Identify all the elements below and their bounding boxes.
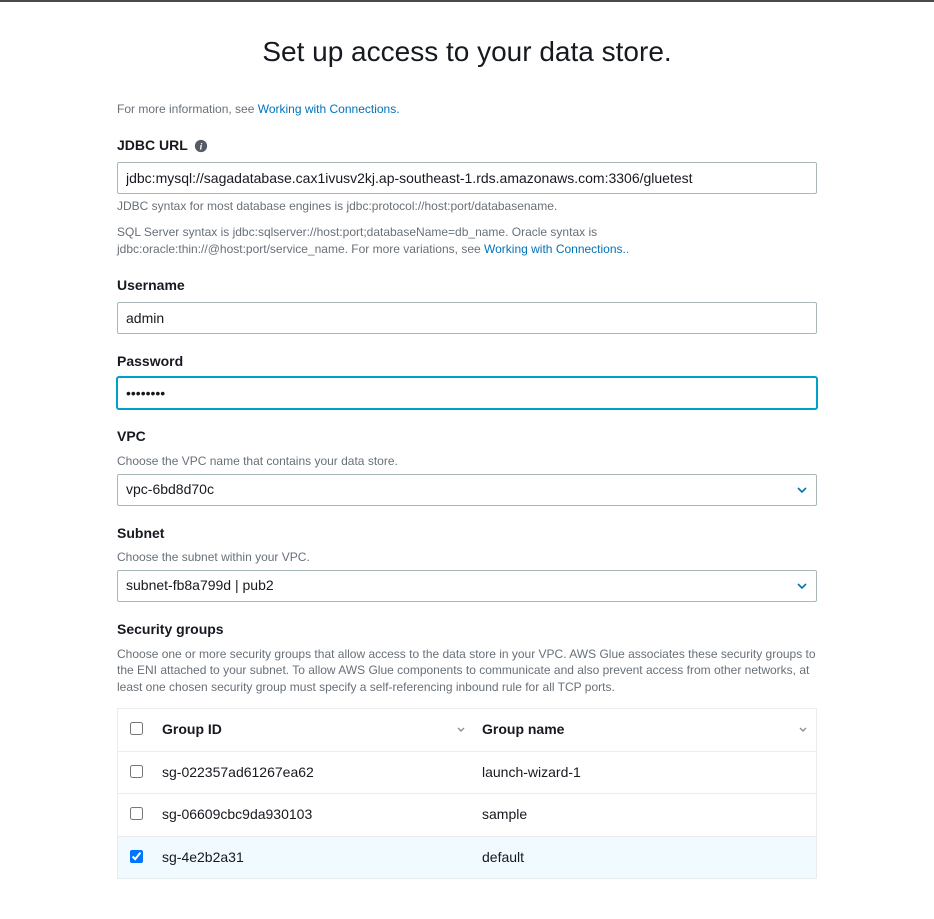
select-all-checkbox[interactable] [130, 722, 143, 735]
intro-prefix: For more information, see [117, 102, 258, 116]
username-input[interactable] [117, 302, 817, 334]
intro-link[interactable]: Working with Connections. [258, 102, 400, 116]
jdbc-hint-1: JDBC syntax for most database engines is… [117, 198, 817, 215]
group-name-cell: launch-wizard-1 [474, 751, 817, 794]
jdbc-hint-2: SQL Server syntax is jdbc:sqlserver://ho… [117, 224, 817, 258]
group-id-header[interactable]: Group ID [154, 708, 474, 751]
chevron-down-icon [796, 580, 808, 592]
select-all-header [118, 708, 155, 751]
group-name-header-text: Group name [482, 720, 564, 740]
svg-text:i: i [199, 141, 202, 152]
jdbc-hint-2-link[interactable]: Working with Connections. [484, 242, 626, 256]
security-groups-label: Security groups [117, 620, 817, 640]
row-checkbox[interactable] [130, 807, 143, 820]
subnet-hint: Choose the subnet within your VPC. [117, 549, 817, 566]
table-row[interactable]: sg-06609cbc9da930103 sample [118, 794, 817, 837]
group-id-cell: sg-06609cbc9da930103 [154, 794, 474, 837]
table-row[interactable]: sg-022357ad61267ea62 launch-wizard-1 [118, 751, 817, 794]
group-name-header[interactable]: Group name [474, 708, 817, 751]
jdbc-hint-2-suffix: . [626, 242, 629, 256]
jdbc-url-label: JDBC URL i [117, 136, 817, 156]
sort-icon [798, 725, 808, 735]
vpc-select-value: vpc-6bd8d70c [126, 480, 214, 500]
security-groups-hint: Choose one or more security groups that … [117, 646, 817, 696]
page-title: Set up access to your data store. [117, 32, 817, 71]
chevron-down-icon [796, 484, 808, 496]
security-groups-table: Group ID Group name [117, 708, 817, 879]
vpc-label: VPC [117, 427, 817, 447]
vpc-select[interactable]: vpc-6bd8d70c [117, 474, 817, 506]
group-name-cell: sample [474, 794, 817, 837]
info-icon[interactable]: i [194, 139, 208, 153]
table-header-row: Group ID Group name [118, 708, 817, 751]
vpc-hint: Choose the VPC name that contains your d… [117, 453, 817, 470]
password-input[interactable] [117, 377, 817, 409]
row-checkbox[interactable] [130, 850, 143, 863]
sort-icon [456, 725, 466, 735]
group-id-cell: sg-022357ad61267ea62 [154, 751, 474, 794]
subnet-select-value: subnet-fb8a799d | pub2 [126, 576, 274, 596]
jdbc-url-input[interactable] [117, 162, 817, 194]
username-label: Username [117, 276, 817, 296]
group-id-cell: sg-4e2b2a31 [154, 836, 474, 879]
row-checkbox[interactable] [130, 765, 143, 778]
form-container: Set up access to your data store. For mo… [117, 2, 817, 919]
intro-hint: For more information, see Working with C… [117, 101, 817, 118]
password-label: Password [117, 352, 817, 372]
group-id-header-text: Group ID [162, 720, 222, 740]
table-row[interactable]: sg-4e2b2a31 default [118, 836, 817, 879]
jdbc-url-label-text: JDBC URL [117, 136, 188, 156]
subnet-label: Subnet [117, 524, 817, 544]
subnet-select[interactable]: subnet-fb8a799d | pub2 [117, 570, 817, 602]
group-name-cell: default [474, 836, 817, 879]
